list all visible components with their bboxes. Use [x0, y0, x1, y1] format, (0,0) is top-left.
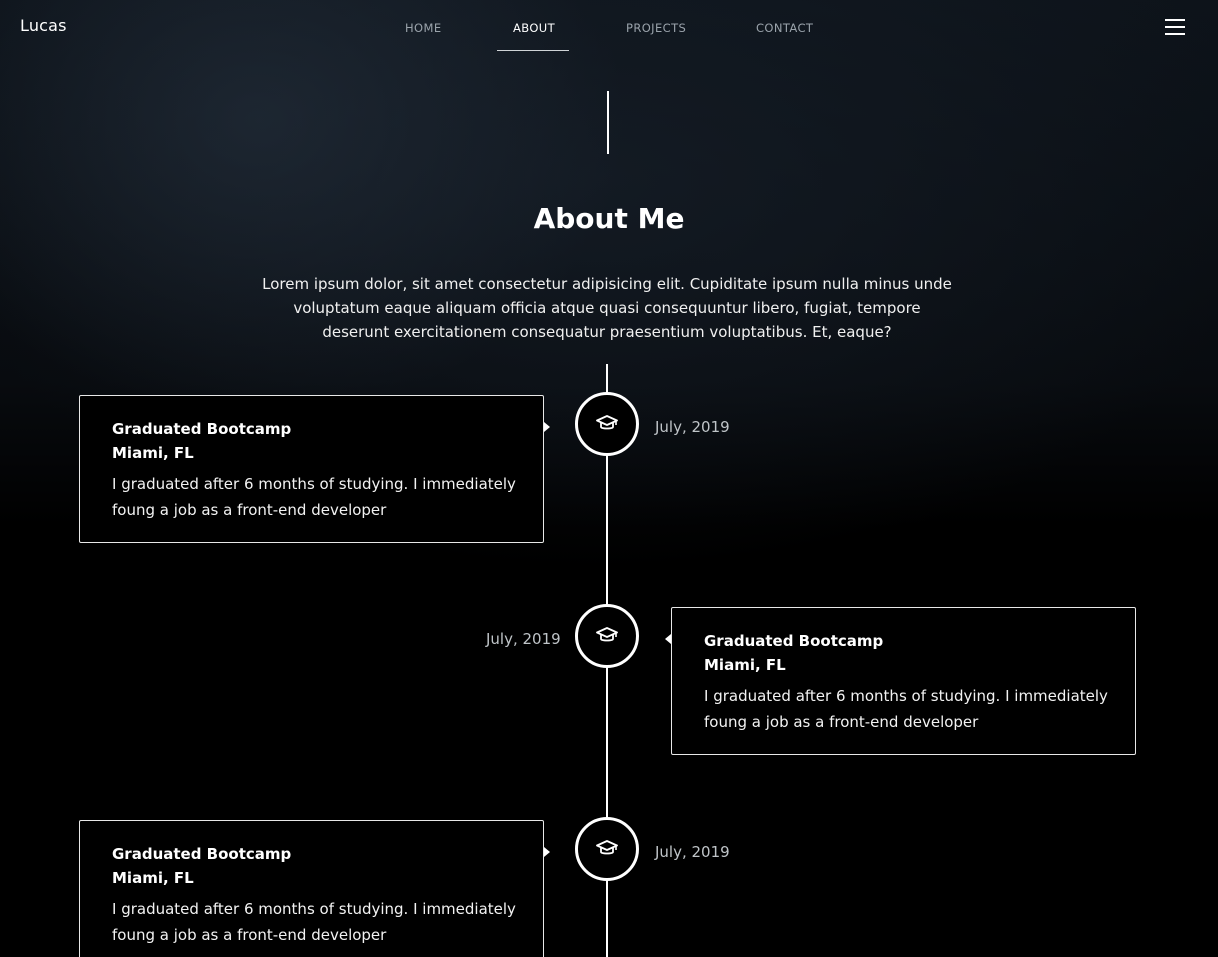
active-nav-indicator [497, 50, 569, 51]
timeline-card: Graduated Bootcamp Miami, FL I graduated… [671, 607, 1136, 755]
timeline-date: July, 2019 [486, 630, 561, 648]
timeline-card-title: Graduated Bootcamp [112, 845, 292, 863]
timeline-date: July, 2019 [655, 418, 730, 436]
nav-link-projects[interactable]: PROJECTS [626, 21, 686, 35]
timeline-card-title: Graduated Bootcamp [704, 632, 884, 650]
brand-logo[interactable]: Lucas [20, 16, 67, 35]
nav-link-about[interactable]: ABOUT [513, 21, 555, 35]
section-intro: Lorem ipsum dolor, sit amet consectetur … [262, 275, 952, 341]
card-pointer [544, 422, 550, 432]
timeline-card: Graduated Bootcamp Miami, FL I graduated… [79, 395, 544, 543]
timeline-card: Graduated Bootcamp Miami, FL I graduated… [79, 820, 544, 957]
nav-link-contact[interactable]: CONTACT [756, 21, 813, 35]
graduation-cap-icon [596, 840, 618, 855]
timeline-node [575, 604, 639, 668]
timeline-card-location: Miami, FL [704, 656, 786, 674]
graduation-cap-icon [596, 415, 618, 430]
page: Lucas HOME ABOUT PROJECTS CONTACT About … [0, 0, 1218, 957]
timeline-card-title: Graduated Bootcamp [112, 420, 292, 438]
timeline-card-location: Miami, FL [112, 444, 194, 462]
decorative-divider [607, 91, 609, 154]
timeline-node [575, 817, 639, 881]
section-title: About Me [533, 202, 685, 235]
hamburger-icon[interactable] [1165, 18, 1185, 36]
nav-link-home[interactable]: HOME [405, 21, 442, 35]
timeline-date: July, 2019 [655, 843, 730, 861]
graduation-cap-icon [596, 627, 618, 642]
card-pointer [544, 847, 550, 857]
timeline-card-description: I graduated after 6 months of studying. … [704, 687, 1108, 731]
timeline-card-description: I graduated after 6 months of studying. … [112, 475, 516, 519]
timeline-node [575, 392, 639, 456]
timeline-card-description: I graduated after 6 months of studying. … [112, 900, 516, 944]
timeline-card-location: Miami, FL [112, 869, 194, 887]
navbar: Lucas HOME ABOUT PROJECTS CONTACT [0, 0, 1218, 52]
